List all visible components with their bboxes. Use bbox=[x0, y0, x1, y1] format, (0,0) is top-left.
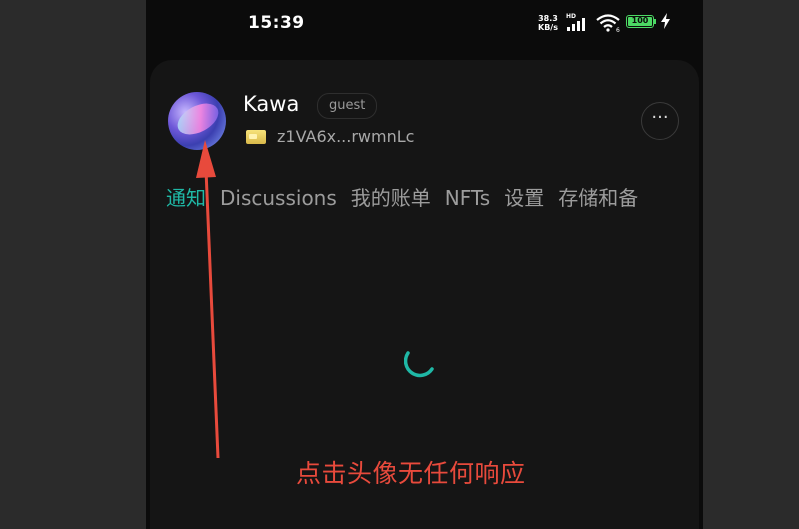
annotation-text: 点击头像无任何响应 bbox=[296, 459, 526, 488]
arrow-annotation-icon bbox=[196, 140, 220, 459]
